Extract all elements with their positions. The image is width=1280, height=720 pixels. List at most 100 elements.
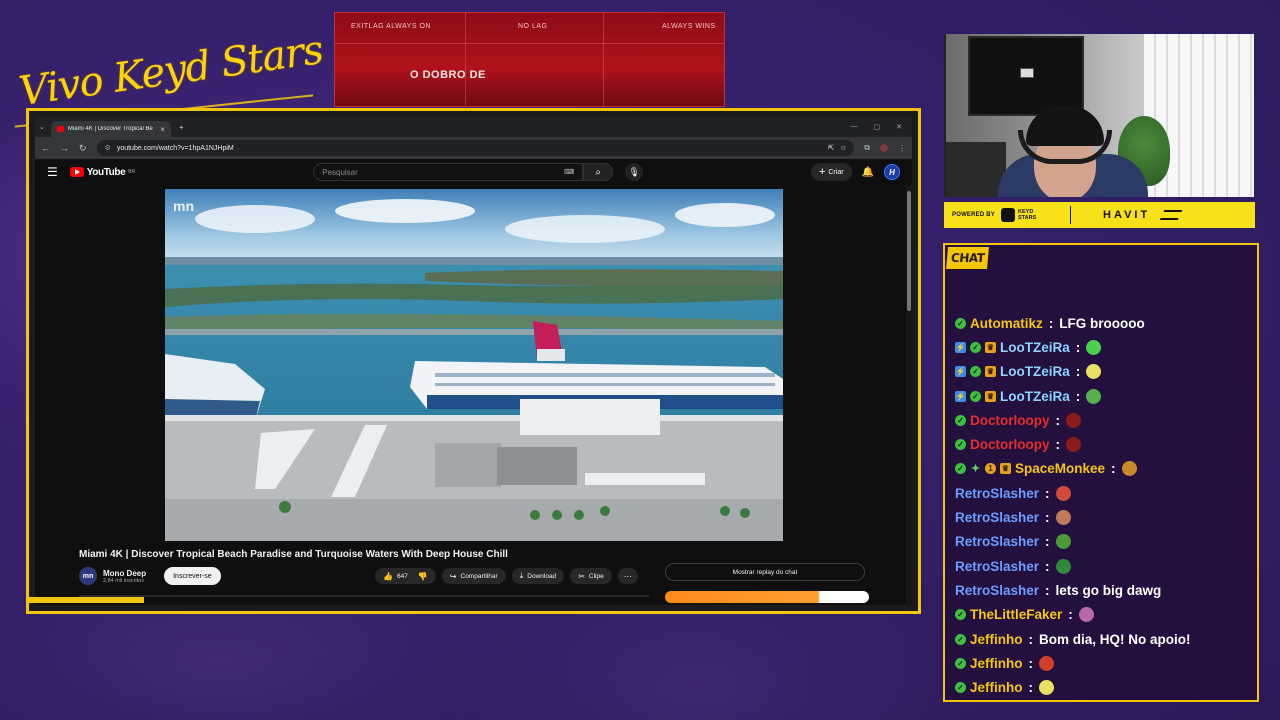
url-field[interactable]: ⚙ youtube.com/watch?v=1hpA1NJHpiM ⇱ ☆	[96, 140, 855, 156]
share-button[interactable]: ↪ Compartilhar	[441, 568, 506, 584]
back-icon[interactable]: ←	[41, 143, 50, 153]
verified-check-icon: ✓	[955, 609, 966, 621]
header-actions: + Criar 🔔 H	[810, 163, 900, 181]
notifications-bell-icon[interactable]: 🔔	[862, 167, 874, 178]
promo-bar	[665, 591, 869, 603]
minimize-icon[interactable]: —	[851, 123, 858, 131]
voice-search-button[interactable]: 🎙	[625, 163, 644, 181]
search-button[interactable]: ⌕	[583, 163, 614, 181]
chat-separator: :	[1055, 412, 1061, 428]
chat-separator: :	[1048, 315, 1054, 331]
chat-username[interactable]: Doctorloopy	[970, 413, 1050, 428]
region-code: BR	[128, 169, 136, 175]
verified-check-icon: ✓	[955, 414, 966, 426]
verified-check-icon: ✓	[955, 317, 966, 329]
chat-message: ⚡ ✓ ♛ LooTZeiRa:	[955, 384, 1251, 408]
bookmark-star-icon[interactable]: ☆	[840, 144, 846, 152]
install-icon[interactable]: ⇱	[828, 144, 834, 152]
channel-row: mn Mono Deep 2,84 mil inscritos Inscreve…	[79, 567, 221, 585]
chat-separator: :	[1045, 582, 1050, 598]
chat-message: ✓ Doctorloopy:	[955, 432, 1251, 456]
more-actions-button[interactable]: ⋯	[617, 568, 638, 584]
chat-separator: :	[1045, 558, 1050, 574]
channel-name[interactable]: Mono Deep	[103, 569, 146, 578]
account-avatar[interactable]: H	[884, 164, 900, 180]
search-icon: ⌕	[595, 166, 602, 178]
banner-tag: NO LAG	[518, 23, 548, 30]
like-button[interactable]: 👍 647 👎	[375, 568, 436, 584]
chat-username[interactable]: Jeffinho	[970, 656, 1023, 671]
chat-message: RetroSlasher:	[955, 554, 1251, 578]
new-tab-icon[interactable]: +	[179, 123, 184, 132]
chat-username[interactable]: Jeffinho	[970, 680, 1023, 695]
subscribe-button[interactable]: Inscrever-se	[164, 567, 221, 585]
microphone-icon: 🎙	[628, 166, 640, 177]
banner-grid-line	[603, 13, 604, 106]
menu-kebab-icon[interactable]: ⋮	[898, 144, 906, 153]
description-divider	[79, 595, 649, 597]
chat-username[interactable]: Doctorloopy	[970, 437, 1050, 452]
tab-title: Miami 4K | Discover Tropical Be	[67, 126, 153, 132]
close-window-icon[interactable]: ✕	[896, 123, 902, 131]
close-tab-icon[interactable]: ×	[160, 125, 165, 134]
chat-username[interactable]: RetroSlasher	[955, 534, 1039, 549]
chat-text: Bom dia, HQ! No apoio!	[1039, 631, 1191, 647]
chat-separator: :	[1111, 461, 1116, 477]
chat-emote-icon	[1039, 680, 1054, 696]
chat-separator: :	[1028, 631, 1034, 647]
chat-emote-icon	[1055, 485, 1071, 501]
chat-username[interactable]: RetroSlasher	[955, 510, 1039, 525]
maximize-icon[interactable]: ▢	[874, 123, 881, 131]
thumbs-down-icon[interactable]: 👎	[418, 572, 428, 581]
browser-window: ⌄ Miami 4K | Discover Tropical Be × + — …	[35, 117, 912, 605]
browser-tab[interactable]: Miami 4K | Discover Tropical Be ×	[50, 121, 171, 137]
site-info-icon[interactable]: ⚙	[105, 144, 111, 152]
chat-message: ✓ Jeffinho: Bom dia, HQ! No apoio!	[955, 627, 1251, 651]
chat-username[interactable]: TheLittleFaker	[970, 607, 1062, 622]
create-label: Criar	[828, 168, 844, 176]
more-horizontal-icon: ⋯	[623, 571, 632, 581]
chat-emote-icon	[1086, 339, 1102, 355]
chat-separator: :	[1045, 510, 1050, 526]
forward-icon[interactable]: →	[60, 143, 69, 153]
chat-separator: :	[1075, 388, 1081, 404]
show-chat-replay-button[interactable]: Mostrar replay do chat	[665, 563, 865, 581]
keyd-logo-text: KEYD STARS	[1018, 209, 1037, 221]
clip-button[interactable]: ✂ Clipe	[570, 568, 612, 584]
keyboard-icon[interactable]: ⌨	[564, 168, 574, 176]
chat-username[interactable]: Automatikz	[970, 316, 1043, 331]
chat-separator: :	[1045, 485, 1050, 501]
download-button[interactable]: ⤓ Download	[511, 568, 565, 584]
reload-icon[interactable]: ↻	[79, 143, 87, 154]
chat-message: ⚡ ✓ ♛ LooTZeiRa:	[955, 360, 1251, 384]
tab-search-icon[interactable]: ⌄	[39, 123, 45, 131]
chat-emote-icon	[1055, 534, 1071, 550]
share-icon: ↪	[449, 571, 457, 581]
video-frame-miami-port: mn	[165, 189, 783, 541]
page-scrollbar[interactable]	[906, 185, 912, 605]
chat-username[interactable]: Jeffinho	[970, 632, 1023, 647]
video-player[interactable]: mn	[165, 189, 783, 541]
profile-icon[interactable]	[880, 144, 888, 152]
extensions-icon[interactable]: ⧉	[864, 143, 870, 153]
search-input[interactable]: Pesquisar ⌨	[313, 163, 584, 181]
chat-username[interactable]: LooTZeiRa	[1000, 389, 1070, 404]
channel-info: Mono Deep 2,84 mil inscritos	[103, 569, 146, 584]
chat-username[interactable]: LooTZeiRa	[1000, 364, 1070, 379]
scrollbar-thumb[interactable]	[907, 191, 911, 311]
chat-username[interactable]: RetroSlasher	[955, 583, 1039, 598]
chat-separator: :	[1075, 364, 1081, 380]
chat-username[interactable]: RetroSlasher	[955, 559, 1039, 574]
chat-username[interactable]: RetroSlasher	[955, 486, 1039, 501]
hamburger-menu-icon[interactable]: ☰	[47, 165, 58, 179]
channel-avatar[interactable]: mn	[79, 567, 97, 585]
browser-capture-frame: ⌄ Miami 4K | Discover Tropical Be × + — …	[26, 108, 921, 614]
chat-username[interactable]: SpaceMonkee	[1015, 461, 1105, 476]
streamer-webcam	[944, 34, 1254, 197]
channel-subscribers: 2,84 mil inscritos	[103, 577, 144, 584]
plus-icon: +	[818, 166, 826, 178]
youtube-logo[interactable]: YouTube BR	[69, 167, 136, 178]
create-button[interactable]: + Criar	[810, 163, 852, 181]
banner-headline: O DOBRO DE	[410, 69, 486, 81]
chat-username[interactable]: LooTZeiRa	[1000, 340, 1070, 355]
